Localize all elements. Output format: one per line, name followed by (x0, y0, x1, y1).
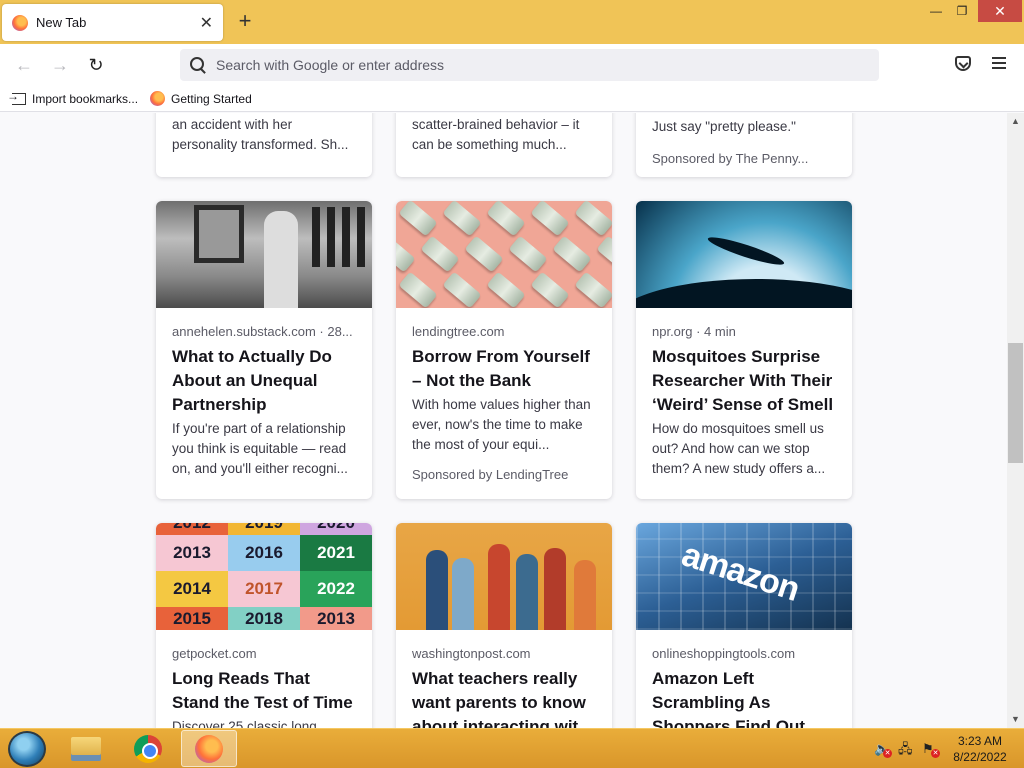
taskbar-explorer[interactable] (58, 730, 114, 767)
scroll-down-arrow-icon[interactable]: ▼ (1007, 711, 1024, 728)
hamburger-menu-icon[interactable] (992, 57, 1006, 69)
card-excerpt: Discover 25 classic long reads. (172, 719, 317, 728)
card-thumbnail: 2012 2019 2020 2013 2016 2021 2014 2017 … (156, 523, 372, 630)
new-tab-content: an accident with her personality transfo… (0, 113, 1007, 728)
card-source: onlineshoppingtools.com (652, 646, 796, 661)
back-button[interactable]: ← (12, 54, 36, 76)
forward-button[interactable]: → (48, 54, 72, 76)
card-title: Long Reads That Stand the Test of Time (172, 669, 353, 712)
card-source: lendingtree.com (412, 324, 505, 339)
close-tab-icon[interactable]: ✕ (200, 13, 213, 33)
sponsored-card[interactable]: Just say "pretty please." Sponsored by T… (636, 113, 852, 177)
story-card[interactable]: annehelen.substack.com · 28... What to A… (156, 201, 372, 499)
sponsor-label: Sponsored by The Penny... (652, 151, 809, 166)
search-icon (190, 57, 204, 71)
clock-time: 3:23 AM (957, 734, 1003, 748)
reload-button[interactable]: ↻ (84, 54, 108, 76)
card-thumbnail (396, 523, 612, 630)
bookmark-label: Import bookmarks... (32, 91, 139, 106)
card-excerpt: scatter-brained behavior – it can be som… (412, 117, 580, 152)
story-card[interactable]: amazon onlineshoppingtools.com Amazon Le… (636, 523, 852, 728)
tab-title: New Tab (36, 15, 87, 30)
sponsored-card[interactable]: lendingtree.com Borrow From Yourself – N… (396, 201, 612, 499)
sponsor-label: Sponsored by LendingTree (412, 467, 569, 482)
title-bar: New Tab ✕ + — ❐ ✕ (0, 0, 1024, 44)
story-card[interactable]: npr.org · 4 min Mosquitoes Surprise Rese… (636, 201, 852, 499)
folder-icon (71, 736, 101, 761)
card-excerpt: With home values higher than ever, now's… (412, 397, 591, 452)
card-source: getpocket.com (172, 646, 257, 661)
card-thumbnail (156, 201, 372, 308)
story-card[interactable]: scatter-brained behavior – it can be som… (396, 113, 612, 177)
bookmarks-toolbar: Import bookmarks... Getting Started (0, 86, 1024, 112)
card-excerpt: an accident with her personality transfo… (172, 117, 349, 152)
scroll-thumb[interactable] (1008, 343, 1023, 463)
close-window-button[interactable]: ✕ (978, 0, 1022, 22)
story-card[interactable]: washingtonpost.com What teachers really … (396, 523, 612, 728)
card-title: What to Actually Do About an Unequal Par… (172, 347, 332, 414)
navigation-toolbar: ← → ↻ (0, 44, 1024, 86)
card-title: What teachers really want parents to kno… (412, 669, 593, 728)
bookmark-import[interactable]: Import bookmarks... (7, 89, 139, 106)
card-excerpt: Just say "pretty please." (652, 119, 796, 134)
story-card[interactable]: 2012 2019 2020 2013 2016 2021 2014 2017 … (156, 523, 372, 728)
chrome-icon (134, 734, 162, 763)
import-icon (7, 89, 26, 105)
card-source: washingtonpost.com (412, 646, 531, 661)
card-thumbnail (396, 201, 612, 308)
action-center-flag-icon[interactable]: ⚑ ✕ (922, 740, 940, 758)
start-button[interactable] (8, 731, 46, 767)
pocket-icon[interactable] (955, 56, 971, 71)
firefox-icon (150, 91, 166, 106)
story-card[interactable]: an accident with her personality transfo… (156, 113, 372, 177)
card-thumbnail (636, 201, 852, 308)
scroll-up-arrow-icon[interactable]: ▲ (1007, 113, 1024, 130)
card-excerpt: If you're part of a relationship you thi… (172, 421, 348, 476)
restore-button[interactable]: ❐ (948, 0, 976, 22)
card-thumbnail: amazon (636, 523, 852, 630)
taskbar-firefox[interactable] (181, 730, 237, 767)
firefox-icon (195, 734, 223, 763)
firefox-icon (12, 14, 28, 31)
vertical-scrollbar[interactable]: ▲ ▼ (1007, 113, 1024, 728)
bookmark-getting-started[interactable]: Getting Started (150, 91, 252, 106)
minimize-button[interactable]: — (922, 0, 950, 22)
network-icon[interactable]: 🖧 (898, 740, 914, 756)
card-title: Borrow From Yourself – Not the Bank (412, 347, 590, 390)
card-title: Mosquitoes Surprise Researcher With Thei… (652, 347, 834, 414)
url-input[interactable] (216, 57, 816, 73)
volume-muted-icon[interactable]: 🔈 ✕ (874, 740, 892, 758)
system-clock[interactable]: 3:23 AM 8/22/2022 (948, 733, 1012, 765)
card-excerpt: How do mosquitoes smell us out? And how … (652, 421, 826, 476)
bookmark-label: Getting Started (171, 91, 252, 106)
new-tab-button[interactable]: + (234, 9, 256, 33)
taskbar-chrome[interactable] (120, 730, 176, 767)
card-title: Amazon Left Scrambling As Shoppers Find … (652, 669, 820, 728)
tab-new-tab[interactable]: New Tab ✕ (2, 4, 223, 41)
windows-taskbar: 🔈 ✕ 🖧 ⚑ ✕ 3:23 AM 8/22/2022 (0, 728, 1024, 768)
card-source: annehelen.substack.com · 28... (172, 324, 353, 339)
card-source: npr.org · 4 min (652, 324, 736, 339)
clock-date: 8/22/2022 (953, 750, 1007, 764)
address-bar[interactable] (180, 49, 879, 81)
